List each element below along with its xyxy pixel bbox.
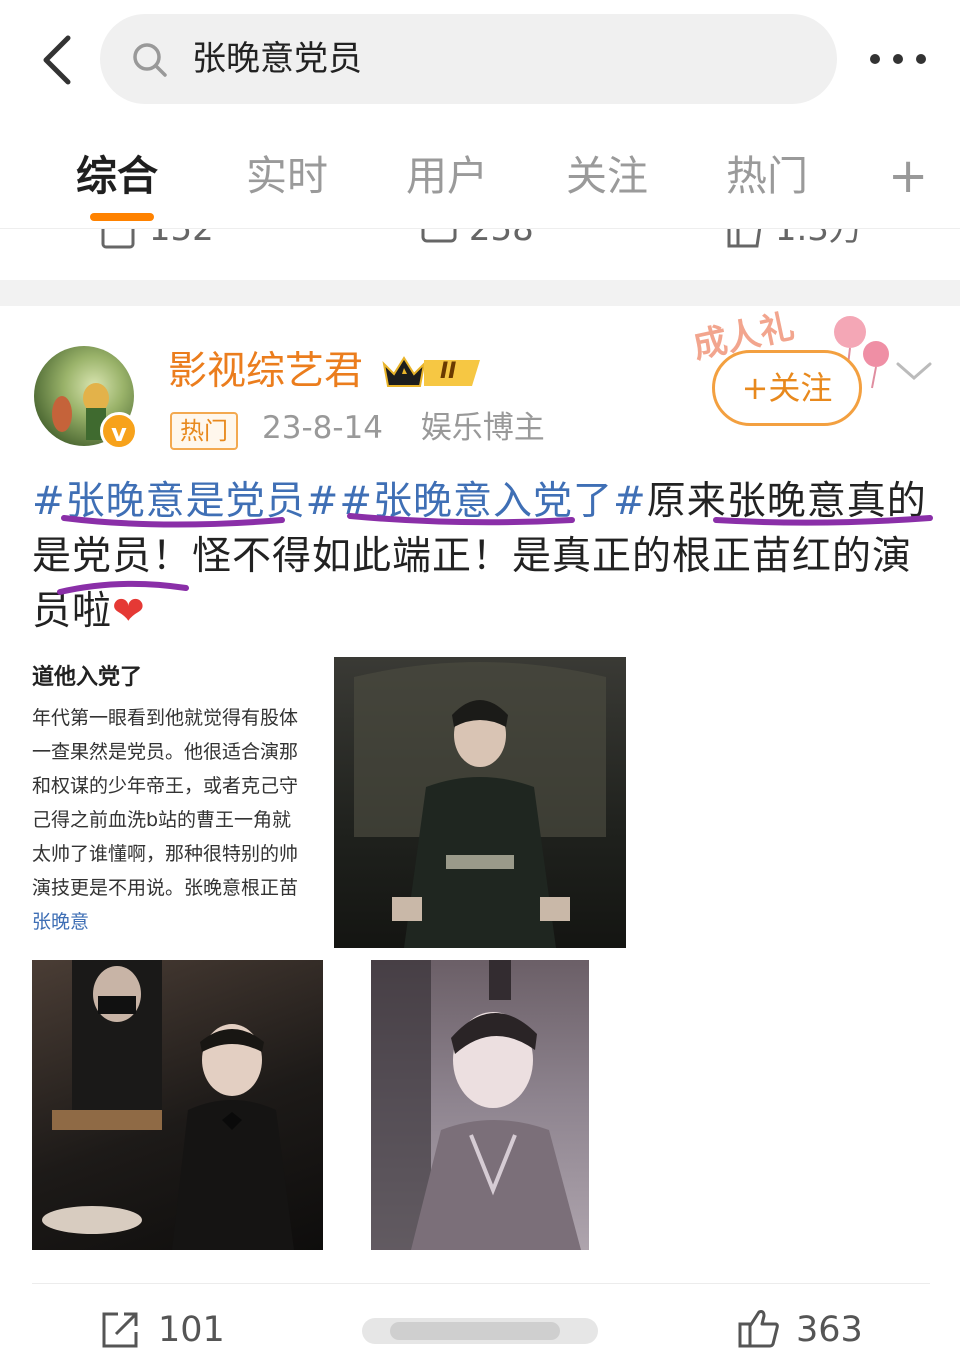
crown-icon [382,356,480,387]
image-text-line: 演技更是不用说。张晚意根正苗 [32,877,299,899]
prev-repost-action[interactable]: 152 [100,228,214,251]
like-action[interactable]: 363 [738,1306,868,1356]
search-icon [133,43,167,77]
author-name[interactable]: 影视综艺君 [168,344,363,400]
repost-count: 101 [158,1310,225,1350]
image-text-line: 太帅了谁懂啊，那种很特别的帅 [32,843,299,865]
comment-action[interactable] [360,1306,600,1356]
back-button[interactable] [36,34,80,86]
image-text-line: 和权谋的少年帝王，或者克己守 [32,775,299,797]
vip-level: II [440,359,457,384]
more-button[interactable] [866,50,930,70]
hot-tag: 热门 [170,412,238,450]
search-bar[interactable]: 张晚意党员 [100,14,837,104]
previous-card-actions: 152 258 1.3万 [0,228,960,281]
verified-icon: v [100,412,138,450]
active-tab-indicator [90,213,154,221]
repost-action[interactable]: 101 [100,1306,230,1356]
tab-comprehensive[interactable]: 综合 [76,146,158,206]
post-image-2[interactable] [334,657,626,948]
author-role: 娱乐博主 [420,410,545,446]
like-count: 363 [796,1310,863,1350]
prev-comment-action[interactable]: 258 [420,228,534,251]
costume-closeup-picture [371,960,581,1250]
post-menu-button[interactable] [894,356,934,386]
event-photo-picture [42,960,294,1250]
post-meta: 23-8-14 娱乐博主 [262,406,545,450]
image-text-line: 一查果然是党员。他很适合演那 [32,741,299,763]
repost-icon [102,1312,138,1348]
vip-badge: II [382,352,486,392]
comment-icon [362,1318,598,1344]
post-image-3[interactable] [32,960,323,1250]
throne-portrait-picture [354,662,606,948]
tab-realtime[interactable]: 实时 [246,146,328,206]
card-separator [0,280,960,306]
prev-repost-count: 152 [148,228,214,249]
search-query[interactable]: 张晚意党员 [192,34,362,84]
image-text-link: 张晚意 [32,911,90,933]
add-tab-button[interactable]: + [888,148,928,204]
comment-icon [421,229,457,242]
prev-like-count: 1.3万 [774,228,863,249]
heart-emoji: ❤ [112,589,146,634]
image-text-title: 道他入党了 [32,665,143,690]
divider [32,1283,930,1284]
tab-hot[interactable]: 热门 [726,146,808,206]
back-icon [43,35,71,85]
hashtag-link[interactable]: #张晚意入党了# [339,479,646,524]
tab-following[interactable]: 关注 [566,146,648,206]
image-text-line: 己得之前血洗b站的曹王一角就 [32,809,292,831]
repost-icon [101,229,135,248]
hashtag-link[interactable]: #张晚意是党员# [32,479,339,524]
chevron-down-icon [896,362,932,380]
follow-button[interactable]: +关注 [712,350,862,426]
post-image-1[interactable]: 道他入党了 年代第一眼看到他就觉得有股体 一查果然是党员。他很适合演那 和权谋的… [30,656,326,944]
post-image-4[interactable] [371,960,589,1250]
like-icon [727,229,761,247]
image-text-line: 年代第一眼看到他就觉得有股体 [32,707,299,729]
like-icon [738,1310,779,1348]
tab-users[interactable]: 用户 [406,146,488,206]
prev-comment-count: 258 [468,228,534,249]
post-date: 23-8-14 [262,410,383,446]
post-text: #张晚意是党员##张晚意入党了#原来张晚意真的是党员！怪不得如此端正！是真正的根… [32,474,932,639]
prev-like-action[interactable]: 1.3万 [726,228,863,251]
